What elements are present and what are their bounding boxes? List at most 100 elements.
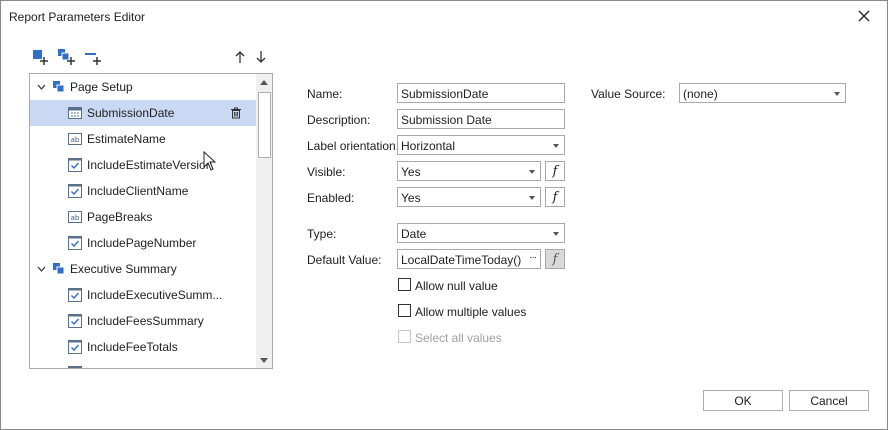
tree-scrollbar[interactable] [256, 74, 272, 368]
enabled-label: Enabled: [307, 191, 355, 205]
tree-item-estimatename[interactable]: ab EstimateName [30, 126, 256, 152]
function-icon: f [552, 189, 558, 205]
type-select[interactable]: Date [397, 223, 565, 243]
scroll-up-button[interactable] [256, 74, 272, 90]
svg-text:ab: ab [71, 136, 80, 144]
close-button[interactable] [853, 5, 875, 27]
tree-item-submissiondate[interactable]: SubmissionDate [30, 100, 256, 126]
arrow-down-icon [256, 51, 266, 63]
string-type-icon: ab [68, 133, 82, 145]
scroll-down-button[interactable] [256, 352, 272, 368]
tree-item-label: IncludePageNumber [87, 236, 197, 250]
arrow-up-icon [235, 51, 245, 63]
dropdown-arrow-icon [529, 170, 535, 174]
allow-multiple-checkbox[interactable] [398, 304, 411, 317]
boolean-checkbox-icon [68, 184, 82, 198]
description-input[interactable]: Submission Date [397, 109, 565, 129]
string-type-icon: ab [68, 211, 82, 223]
ellipsis-button[interactable]: ··· [529, 252, 537, 263]
tree-item-label: IncludeEstimateVersion [87, 158, 213, 172]
boolean-checkbox-icon [68, 340, 82, 354]
cancel-button[interactable]: Cancel [789, 390, 869, 411]
label-orientation-value: Horizontal [401, 139, 456, 153]
label-orientation-select[interactable]: Horizontal [397, 135, 565, 155]
boolean-checkbox-icon [68, 314, 82, 328]
ok-button[interactable]: OK [703, 390, 783, 411]
mouse-cursor-icon [203, 151, 217, 171]
add-separator-button[interactable] [83, 47, 103, 67]
select-all-checkbox [398, 330, 411, 343]
scroll-up-icon [260, 79, 268, 85]
add-group-button[interactable] [56, 47, 76, 67]
dialog-title: Report Parameters Editor [9, 10, 146, 24]
boolean-checkbox-icon [68, 158, 82, 172]
move-down-button[interactable] [251, 47, 271, 67]
tree-item-pagebreaks[interactable]: ab PageBreaks [30, 204, 256, 230]
tree-item-partial[interactable] [30, 360, 256, 368]
collapse-chevron-icon[interactable] [36, 82, 46, 92]
tree-item-includefeetotals[interactable]: IncludeFeeTotals [30, 334, 256, 360]
tree-item-label: IncludeFeesSummary [87, 314, 204, 328]
default-value-expression-button[interactable]: f [545, 249, 565, 269]
enabled-select[interactable]: Yes [397, 187, 541, 207]
tree-item-includefeessummary[interactable]: IncludeFeesSummary [30, 308, 256, 334]
tree-group-page-setup[interactable]: Page Setup [30, 74, 256, 100]
tree-item-includepagenumber[interactable]: IncludePageNumber [30, 230, 256, 256]
tree-item-includeexecutivesummary[interactable]: IncludeExecutiveSumm... [30, 282, 256, 308]
close-icon [858, 10, 870, 22]
tree-item-includeestimateversion[interactable]: IncludeEstimateVersion [30, 152, 256, 178]
visible-select[interactable]: Yes [397, 161, 541, 181]
dropdown-arrow-icon [529, 196, 535, 200]
value-source-value: (none) [683, 87, 718, 101]
tree-group-label: Page Setup [70, 80, 133, 94]
tree-group-executive-summary[interactable]: Executive Summary [30, 256, 256, 282]
add-separator-icon [85, 53, 101, 65]
dropdown-arrow-icon [553, 144, 559, 148]
move-up-button[interactable] [230, 47, 250, 67]
name-input-value: SubmissionDate [401, 87, 489, 101]
description-label: Description: [307, 113, 371, 127]
default-value-input[interactable]: LocalDateTimeToday() ··· [397, 249, 541, 269]
label-orientation-label: Label orientation: [307, 139, 400, 153]
delete-button[interactable] [230, 107, 242, 119]
group-icon [53, 81, 65, 93]
allow-null-checkbox[interactable] [398, 278, 411, 291]
dropdown-arrow-icon [834, 92, 840, 96]
boolean-checkbox-icon [68, 366, 82, 368]
tree-item-label: EstimateName [87, 132, 166, 146]
value-source-label: Value Source: [591, 87, 666, 101]
function-icon: f [552, 251, 558, 267]
default-value-label: Default Value: [307, 253, 382, 267]
svg-text:ab: ab [71, 214, 80, 222]
collapse-chevron-icon[interactable] [36, 264, 46, 274]
enabled-expression-button[interactable]: f [545, 187, 565, 207]
visible-expression-button[interactable]: f [545, 161, 565, 181]
enabled-value: Yes [401, 191, 421, 205]
tree-item-label: PageBreaks [87, 210, 153, 224]
scroll-thumb[interactable] [258, 92, 271, 158]
tree-item-includeclientname[interactable]: IncludeClientName [30, 178, 256, 204]
tree-item-label: IncludeClientName [87, 184, 189, 198]
boolean-checkbox-icon [68, 288, 82, 302]
allow-null-label: Allow null value [415, 279, 498, 293]
type-value: Date [401, 227, 427, 241]
tree-item-label: SubmissionDate [87, 106, 175, 120]
name-input[interactable]: SubmissionDate [397, 83, 565, 103]
allow-multiple-label: Allow multiple values [415, 305, 527, 319]
dropdown-arrow-icon [553, 232, 559, 236]
visible-value: Yes [401, 165, 421, 179]
add-group-icon [58, 49, 75, 65]
calendar-icon [68, 107, 82, 119]
parameter-tree[interactable]: Page Setup SubmissionDate ab EstimateNam… [29, 73, 273, 369]
type-label: Type: [307, 227, 337, 241]
add-parameter-button[interactable] [30, 47, 50, 67]
default-value-text: LocalDateTimeToday() [401, 253, 522, 267]
report-parameters-editor-dialog: Report Parameters Editor Page Setup Subm… [0, 0, 888, 430]
name-label: Name: [307, 87, 343, 101]
select-all-label: Select all values [415, 331, 502, 345]
value-source-select[interactable]: (none) [679, 83, 846, 103]
group-icon [53, 263, 65, 275]
add-parameter-icon [33, 50, 48, 65]
tree-item-label: IncludeFeeTotals [87, 340, 178, 354]
visible-label: Visible: [307, 165, 346, 179]
